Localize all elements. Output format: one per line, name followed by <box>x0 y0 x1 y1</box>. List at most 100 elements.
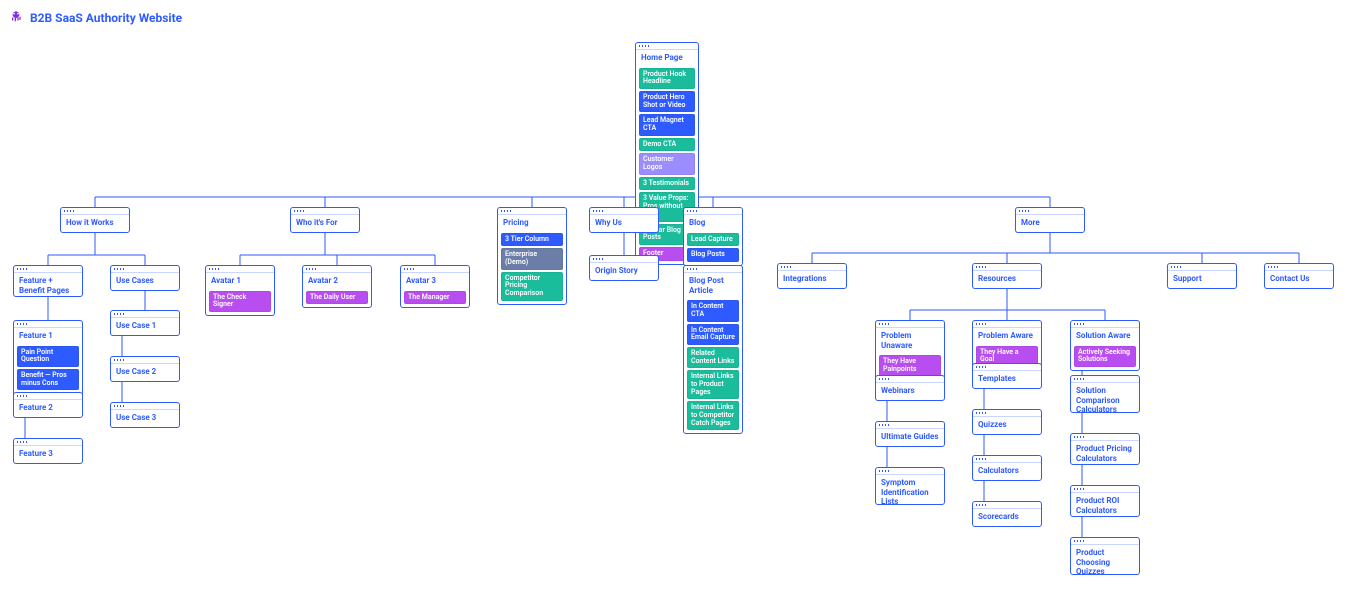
content-chip[interactable]: Product Hero Shot or Video <box>639 91 695 112</box>
node-solutionaware[interactable]: Solution AwareActively Seeking Solutions <box>1070 320 1140 371</box>
drag-handle-icon[interactable] <box>303 266 371 273</box>
node-whyus[interactable]: Why Us <box>589 207 659 233</box>
drag-handle-icon[interactable] <box>1071 434 1139 441</box>
content-chip[interactable]: Product Hook Headline <box>639 68 695 89</box>
node-more[interactable]: More <box>1015 207 1085 233</box>
drag-handle-icon[interactable] <box>1168 264 1236 271</box>
content-chip[interactable]: Customer Logos <box>639 153 695 174</box>
content-chip[interactable]: 3 Tier Column <box>501 233 563 247</box>
drag-handle-icon[interactable] <box>14 393 82 400</box>
drag-handle-icon[interactable] <box>498 208 566 215</box>
drag-handle-icon[interactable] <box>876 376 944 383</box>
drag-handle-icon[interactable] <box>61 208 129 215</box>
node-prodpricingcalc[interactable]: Product Pricing Calculators <box>1070 433 1140 465</box>
node-label: Home Page <box>636 50 698 66</box>
content-chip[interactable]: Internal Links to Product Pages <box>687 370 739 399</box>
drag-handle-icon[interactable] <box>111 266 179 273</box>
node-problemunaware[interactable]: Problem UnawareThey Have Painpoints <box>875 320 945 381</box>
drag-handle-icon[interactable] <box>590 208 658 215</box>
drag-handle-icon[interactable] <box>636 43 698 50</box>
node-usecase1[interactable]: Use Case 1 <box>110 310 180 336</box>
drag-handle-icon[interactable] <box>973 321 1041 328</box>
drag-handle-icon[interactable] <box>14 321 82 328</box>
node-feature2[interactable]: Feature 2 <box>13 392 83 418</box>
drag-handle-icon[interactable] <box>1265 264 1333 271</box>
drag-handle-icon[interactable] <box>401 266 469 273</box>
node-scorecards[interactable]: Scorecards <box>972 501 1042 527</box>
content-chip[interactable]: Demo CTA <box>639 138 695 152</box>
node-contactus[interactable]: Contact Us <box>1264 263 1334 289</box>
node-featurebenefit[interactable]: Feature + Benefit Pages <box>13 265 83 297</box>
node-howitworks[interactable]: How it Works <box>60 207 130 233</box>
drag-handle-icon[interactable] <box>111 357 179 364</box>
drag-handle-icon[interactable] <box>778 264 846 271</box>
drag-handle-icon[interactable] <box>973 264 1041 271</box>
node-webinars[interactable]: Webinars <box>875 375 945 401</box>
content-chip[interactable]: Blog Posts <box>687 248 739 262</box>
drag-handle-icon[interactable] <box>111 403 179 410</box>
drag-handle-icon[interactable] <box>876 321 944 328</box>
content-chip[interactable]: The Daily User <box>306 291 368 305</box>
content-chip[interactable]: Lead Capture <box>687 233 739 247</box>
content-chip[interactable]: Related Content Links <box>687 347 739 368</box>
drag-handle-icon[interactable] <box>684 208 742 215</box>
node-integrations[interactable]: Integrations <box>777 263 847 289</box>
content-chip[interactable]: The Check Signer <box>209 291 271 312</box>
content-chip[interactable]: Benefit — Pros minus Cons <box>17 369 79 390</box>
node-templates[interactable]: Templates <box>972 363 1042 389</box>
content-chip[interactable]: Lead Magnet CTA <box>639 114 695 135</box>
node-usecase2[interactable]: Use Case 2 <box>110 356 180 382</box>
node-usecases[interactable]: Use Cases <box>110 265 180 291</box>
node-ultimateguides[interactable]: Ultimate Guides <box>875 421 945 447</box>
drag-handle-icon[interactable] <box>876 422 944 429</box>
node-blogpostarticle[interactable]: Blog Post ArticleIn Content CTAIn Conten… <box>683 265 743 434</box>
drag-handle-icon[interactable] <box>684 266 742 273</box>
content-chip[interactable]: The Manager <box>404 291 466 305</box>
node-avatar2[interactable]: Avatar 2The Daily User <box>302 265 372 308</box>
node-feature3[interactable]: Feature 3 <box>13 438 83 464</box>
node-label: Scorecards <box>973 509 1041 525</box>
node-avatar1[interactable]: Avatar 1The Check Signer <box>205 265 275 316</box>
node-avatar3[interactable]: Avatar 3The Manager <box>400 265 470 308</box>
node-pricing[interactable]: Pricing3 Tier ColumnEnterprise (Demo)Com… <box>497 207 567 305</box>
node-resources[interactable]: Resources <box>972 263 1042 289</box>
drag-handle-icon[interactable] <box>1016 208 1084 215</box>
content-chip[interactable]: In Content Email Capture <box>687 324 739 345</box>
drag-handle-icon[interactable] <box>590 256 658 263</box>
node-prodchoosingquiz[interactable]: Product Choosing Quizzes <box>1070 537 1140 575</box>
node-symptomlists[interactable]: Symptom Identification Lists <box>875 467 945 505</box>
content-chip[interactable]: They Have Painpoints <box>879 355 941 376</box>
content-chip[interactable]: Enterprise (Demo) <box>501 248 563 269</box>
node-quizzes[interactable]: Quizzes <box>972 409 1042 435</box>
node-whoitsfor[interactable]: Who it's For <box>290 207 360 233</box>
node-originstory[interactable]: Origin Story <box>589 255 659 281</box>
drag-handle-icon[interactable] <box>111 311 179 318</box>
drag-handle-icon[interactable] <box>1071 486 1139 493</box>
drag-handle-icon[interactable] <box>14 266 82 273</box>
content-chip[interactable]: Internal Links to Competitor Catch Pages <box>687 401 739 430</box>
node-usecase3[interactable]: Use Case 3 <box>110 402 180 428</box>
drag-handle-icon[interactable] <box>973 502 1041 509</box>
drag-handle-icon[interactable] <box>1071 321 1139 328</box>
drag-handle-icon[interactable] <box>876 468 944 475</box>
drag-handle-icon[interactable] <box>973 410 1041 417</box>
drag-handle-icon[interactable] <box>206 266 274 273</box>
node-calculators[interactable]: Calculators <box>972 455 1042 481</box>
node-prodroicalc[interactable]: Product ROI Calculators <box>1070 485 1140 517</box>
drag-handle-icon[interactable] <box>291 208 359 215</box>
content-chip[interactable]: 3 Testimonials <box>639 177 695 191</box>
drag-handle-icon[interactable] <box>14 439 82 446</box>
drag-handle-icon[interactable] <box>973 456 1041 463</box>
content-chip[interactable]: Competitor Pricing Comparison <box>501 272 563 301</box>
node-support[interactable]: Support <box>1167 263 1237 289</box>
node-solcompcalc[interactable]: Solution Comparison Calculators <box>1070 375 1140 413</box>
content-chip[interactable]: In Content CTA <box>687 300 739 321</box>
node-label: Webinars <box>876 383 944 399</box>
content-chip[interactable]: Actively Seeking Solutions <box>1074 346 1136 367</box>
node-blog[interactable]: BlogLead CaptureBlog Posts <box>683 207 743 266</box>
drag-handle-icon[interactable] <box>1071 376 1139 383</box>
content-chip[interactable]: Pain Point Question <box>17 346 79 367</box>
drag-handle-icon[interactable] <box>973 364 1041 371</box>
drag-handle-icon[interactable] <box>1071 538 1139 545</box>
node-label: Feature 3 <box>14 446 82 462</box>
